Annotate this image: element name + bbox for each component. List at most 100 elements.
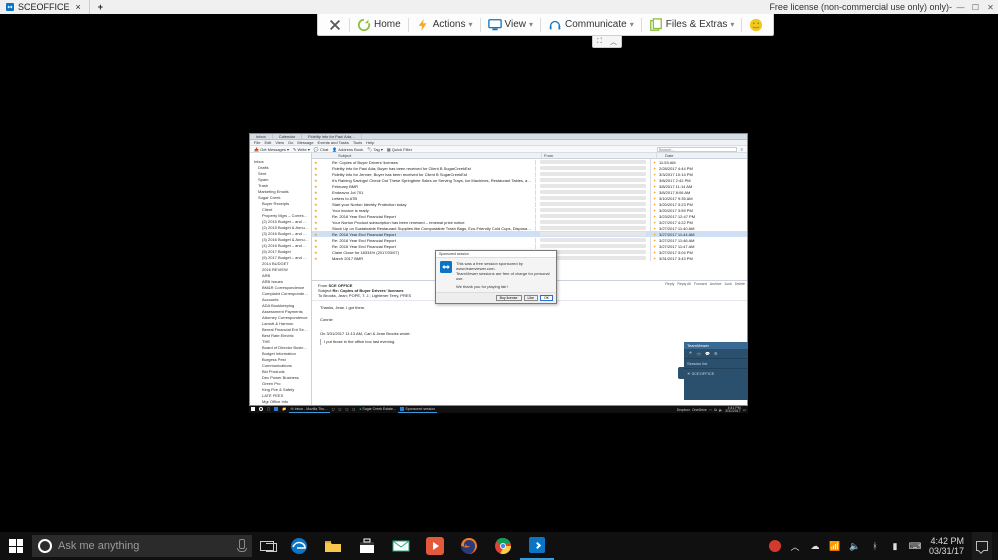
tray-onedrive[interactable]: OneDrive: [692, 408, 707, 412]
folder-tree[interactable]: InboxDraftsSentSpamTrashMarketing Emails…: [250, 153, 312, 405]
message-row[interactable]: ★Your Norton Product subscription has be…: [312, 219, 747, 225]
message-row[interactable]: ★Your invoice is ready✦3/20/2017 3:59 PM: [312, 207, 747, 213]
start-button[interactable]: [0, 532, 32, 560]
tray-onedrive-icon[interactable]: ☁: [809, 540, 821, 552]
remote-app[interactable]: ◻: [330, 406, 337, 413]
remote-app-sponsored[interactable]: Sponsored session: [398, 406, 437, 413]
remote-app-edge[interactable]: [272, 406, 280, 413]
app-mail[interactable]: [384, 532, 418, 560]
view-button[interactable]: View ▾: [482, 14, 540, 35]
tab-calendar[interactable]: Calendar: [273, 134, 302, 139]
home-button[interactable]: Home: [351, 14, 407, 35]
remote-cortana[interactable]: [257, 406, 265, 413]
message-row[interactable]: ★It's Raining Savings! Check Out These S…: [312, 177, 747, 183]
menu-events[interactable]: Events and Tasks: [318, 140, 349, 145]
chevron-up-icon[interactable]: ︿: [610, 37, 617, 47]
tray-dropbox[interactable]: Dropbox: [677, 408, 690, 412]
remote-clock[interactable]: 4:41 PM 3/31/2017: [725, 407, 741, 413]
app-teamviewer[interactable]: [520, 532, 554, 560]
column-from[interactable]: From: [542, 153, 657, 158]
message-row[interactable]: ★Letters to ATB✦3/10/2017 9:35 AM: [312, 195, 747, 201]
tray-network-icon[interactable]: ⧉: [714, 408, 717, 412]
get-messages-button[interactable]: 📥 Get Messages ▾: [254, 147, 289, 152]
ok-button[interactable]: OK: [540, 295, 553, 301]
reply-all-button[interactable]: Reply All: [677, 282, 691, 286]
write-button[interactable]: ✎ Write ▾: [293, 147, 310, 152]
archive-button[interactable]: Archive: [710, 282, 722, 286]
close-session-button[interactable]: [322, 14, 348, 35]
session-entry[interactable]: ✕ SCEOFFICE: [684, 368, 748, 378]
host-clock[interactable]: 4:42 PM 03/31/17: [929, 536, 964, 556]
microphone-icon[interactable]: [236, 539, 246, 553]
remote-taskview[interactable]: ▢: [265, 406, 272, 413]
tray-chevron-up-icon[interactable]: ︿: [709, 407, 713, 412]
panel-handle[interactable]: [678, 367, 684, 379]
message-row[interactable]: ★Stock Up on Sustainable Restaurant Supp…: [312, 225, 747, 231]
chat-button[interactable]: 💬 Chat: [314, 147, 329, 152]
app-chrome[interactable]: [486, 532, 520, 560]
remote-app[interactable]: ◻: [350, 406, 357, 413]
menu-view[interactable]: View: [275, 140, 284, 145]
buy-license-button[interactable]: Buy license: [496, 295, 522, 301]
message-row[interactable]: ★Re: Copies of Buyer Drivers' licenses✦1…: [312, 159, 747, 165]
communicate-button[interactable]: Communicate ▾: [542, 14, 640, 35]
tag-button[interactable]: 🏷 Tag ▾: [367, 147, 383, 152]
tray-wifi-icon[interactable]: 📶: [829, 540, 841, 552]
remote-app-explorer[interactable]: 📁: [280, 406, 288, 413]
filter-button[interactable]: ▦ Quick Filter: [387, 147, 412, 152]
remote-app[interactable]: ◻: [343, 406, 350, 413]
gear-icon[interactable]: ⚙: [714, 351, 718, 356]
like-button[interactable]: Like: [524, 295, 538, 301]
tray-volume-icon[interactable]: 🔈: [719, 408, 723, 412]
session-tab[interactable]: SCEOFFICE ×: [0, 0, 90, 14]
cortana-search[interactable]: Ask me anything: [32, 535, 252, 557]
search-input[interactable]: [657, 147, 737, 152]
tray-keyboard-icon[interactable]: ⌨: [909, 540, 921, 552]
message-row[interactable]: ★Re: 2016 Year End Financial Report✦3/27…: [312, 231, 747, 237]
tray-chevron-up-icon[interactable]: ︿: [789, 540, 801, 552]
close-tab-icon[interactable]: ×: [74, 2, 83, 12]
teamviewer-side-panel[interactable]: TeamViewer 🎤 📹 💬 ⚙ Session list ✕ SCEOFF…: [684, 342, 748, 400]
message-row[interactable]: ★Fidelity info for Paul Ada; Buyer has b…: [312, 165, 747, 171]
address-book-button[interactable]: 👤 Address Book: [332, 147, 363, 152]
message-row[interactable]: ★Endeavor Jot 701✦3/8/2017 8:06 AM: [312, 189, 747, 195]
add-tab-button[interactable]: +: [90, 2, 111, 12]
message-row[interactable]: ★Start your Norton Identity Protection t…: [312, 201, 747, 207]
message-row[interactable]: ★Re: 2016 Year End Financial Report✦3/27…: [312, 237, 747, 243]
tray-bluetooth-icon[interactable]: ᚼ: [869, 540, 881, 552]
app-media[interactable]: [418, 532, 452, 560]
action-center-button[interactable]: [972, 532, 992, 560]
maximize-button[interactable]: ☐: [968, 0, 983, 14]
menu-edit[interactable]: Edit: [264, 140, 271, 145]
remote-notifications[interactable]: ▭: [743, 408, 746, 412]
app-firefox[interactable]: [452, 532, 486, 560]
menu-tools[interactable]: Tools: [353, 140, 362, 145]
app-explorer[interactable]: [316, 532, 350, 560]
fullscreen-icon[interactable]: ⛶: [597, 38, 602, 46]
forward-button[interactable]: Forward: [694, 282, 707, 286]
column-subject[interactable]: Subject: [324, 153, 542, 158]
junk-button[interactable]: Junk: [724, 282, 731, 286]
tray-battery-icon[interactable]: ▮: [889, 540, 901, 552]
tab-inbox[interactable]: Inbox: [250, 134, 273, 139]
menu-message[interactable]: Message: [297, 140, 313, 145]
tray-volume-icon[interactable]: 🔈: [849, 540, 861, 552]
tab-message[interactable]: Fidelity info for Paul Ada…: [302, 134, 362, 139]
reply-button[interactable]: Reply: [665, 282, 674, 286]
feedback-button[interactable]: [743, 14, 769, 35]
minimize-button[interactable]: —: [953, 0, 968, 14]
menu-help[interactable]: Help: [366, 140, 374, 145]
video-icon[interactable]: 📹: [696, 351, 701, 356]
task-view-button[interactable]: [252, 532, 282, 560]
close-button[interactable]: ✕: [983, 0, 998, 14]
mic-icon[interactable]: 🎤: [687, 351, 692, 356]
delete-button[interactable]: Delete: [735, 282, 745, 286]
column-date[interactable]: Date: [663, 153, 747, 158]
teamviewer-minibar[interactable]: ⛶ ︿: [592, 36, 622, 48]
remote-app-thunderbird[interactable]: ✉ Inbox - Mozilla Thu…: [289, 406, 330, 413]
remote-start-button[interactable]: [249, 406, 257, 413]
chat-icon[interactable]: 💬: [705, 351, 710, 356]
hamburger-icon[interactable]: ≡: [741, 147, 743, 152]
app-edge[interactable]: [282, 532, 316, 560]
tray-app-icon[interactable]: [769, 540, 781, 552]
